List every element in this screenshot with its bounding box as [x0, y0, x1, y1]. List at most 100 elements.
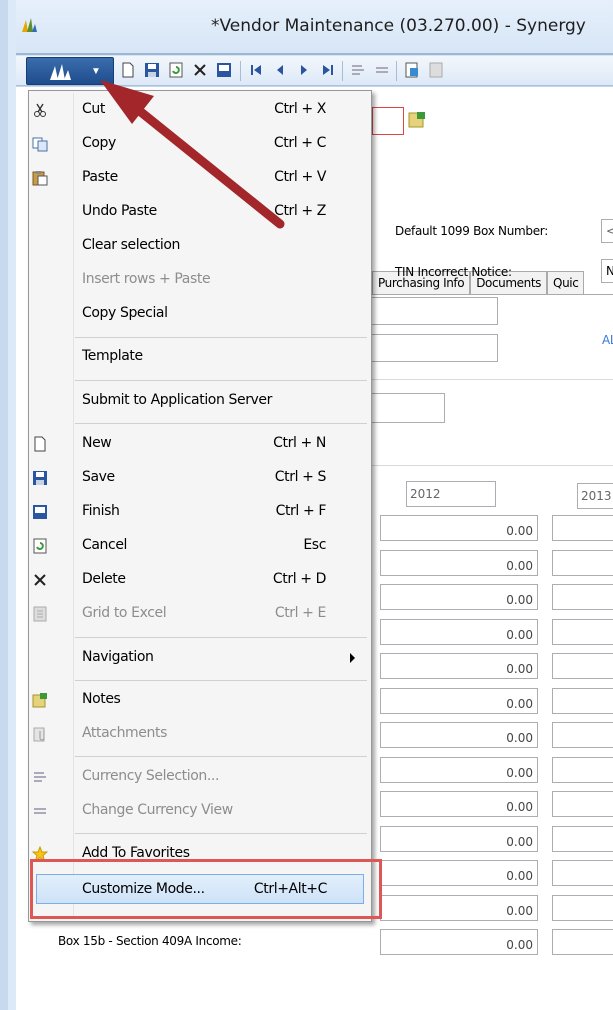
chevron-down-icon: ▼ [91, 66, 101, 77]
toolbar-separator [396, 61, 397, 81]
app-menu-button[interactable]: ▼ [26, 57, 114, 85]
menu-item-cut[interactable]: Cut Ctrl + X [29, 97, 371, 123]
tin-notice-label: TIN Incorrect Notice: [395, 265, 512, 279]
currency-icon [34, 772, 46, 782]
amount-field-2013[interactable] [552, 515, 613, 541]
amount-field[interactable]: 0.00 [380, 929, 538, 955]
menu-item-label: Submit to Application Server [82, 392, 273, 408]
menu-item-label: Finish [82, 503, 120, 519]
amount-field[interactable]: 0.00 [380, 688, 538, 714]
amount-field-2013[interactable] [552, 929, 613, 955]
amount-field[interactable]: 0.00 [380, 515, 538, 541]
amount-field-2013[interactable] [552, 688, 613, 714]
amount-field-2013[interactable] [552, 619, 613, 645]
menu-item-submit-to-application-server[interactable]: Submit to Application Server [29, 388, 371, 414]
menu-item-shortcut: Ctrl + D [272, 571, 327, 587]
delete-icon[interactable] [192, 62, 208, 78]
menu-item-label: New [82, 435, 112, 451]
menu-item-label: Template [82, 348, 143, 364]
amount-field-2013[interactable] [552, 584, 613, 610]
amount-field-2013[interactable] [552, 550, 613, 576]
menu-item-label: Notes [82, 691, 121, 707]
menu-item-shortcut: Ctrl + V [274, 169, 326, 185]
refresh-icon[interactable] [168, 62, 184, 78]
prev-icon[interactable] [272, 62, 288, 78]
last-icon[interactable] [320, 62, 336, 78]
new-icon[interactable] [120, 62, 136, 78]
menu-separator [75, 380, 367, 381]
default-1099-label: Default 1099 Box Number: [395, 224, 548, 238]
excel-icon [33, 606, 47, 622]
menu-item-label: Change Currency View [82, 802, 233, 818]
toolbar-separator [342, 61, 343, 81]
currency-view-icon [376, 67, 388, 73]
menu-item-copy[interactable]: Copy Ctrl + C [29, 131, 371, 157]
menu-item-label: Paste [82, 169, 118, 185]
save-icon[interactable] [144, 62, 160, 78]
notes-icon [32, 693, 47, 708]
amount-field[interactable]: 0.00 [380, 619, 538, 645]
menu-item-paste[interactable]: Paste Ctrl + V [29, 165, 371, 191]
amount-field-2013[interactable] [552, 860, 613, 886]
tab-underline [372, 294, 613, 295]
amount-field[interactable]: 0.00 [380, 550, 538, 576]
amount-field[interactable]: 0.00 [380, 895, 538, 921]
app-menu-icon [50, 64, 71, 80]
amount-field[interactable]: 0.00 [380, 791, 538, 817]
tin-notice-select[interactable]: No [601, 259, 613, 283]
menu-item-insert-rows-paste: Insert rows + Paste [29, 267, 371, 293]
toolbar-separator [240, 61, 241, 81]
menu-item-delete[interactable]: Delete Ctrl + D [29, 567, 371, 593]
menu-item-label: Navigation [82, 649, 154, 665]
finish-icon [33, 505, 47, 519]
menu-item-label: Insert rows + Paste [82, 271, 211, 287]
amount-field-2013[interactable] [552, 826, 613, 852]
menu-item-finish[interactable]: Finish Ctrl + F [29, 499, 371, 525]
amount-field[interactable]: 0.00 [380, 584, 538, 610]
menu-item-label: Undo Paste [82, 203, 157, 219]
menu-item-label: Copy [82, 135, 116, 151]
menu-separator [75, 423, 367, 424]
notes-icon[interactable] [404, 62, 420, 78]
menu-separator [75, 637, 367, 638]
amount-field[interactable]: 0.00 [380, 860, 538, 886]
first-icon[interactable] [248, 62, 264, 78]
vendor-id-field[interactable] [372, 107, 404, 135]
amount-field[interactable]: 0.00 [380, 653, 538, 679]
form-field[interactable] [368, 297, 498, 325]
amount-field[interactable]: 0.00 [380, 757, 538, 783]
menu-item-attachments: Attachments [29, 721, 371, 747]
cancel-refresh-icon [33, 538, 47, 554]
amount-field-2013[interactable] [552, 895, 613, 921]
default-1099-select[interactable]: <N [601, 219, 613, 243]
form-field[interactable] [368, 334, 498, 362]
all-link[interactable]: ALL [602, 333, 613, 347]
menu-item-notes[interactable]: Notes [29, 687, 371, 713]
amount-field[interactable]: 0.00 [380, 826, 538, 852]
menu-item-navigation[interactable]: Navigation [29, 645, 371, 671]
tab-quick[interactable]: Quic [547, 271, 585, 295]
menu-item-save[interactable]: Save Ctrl + S [29, 465, 371, 491]
menu-item-copy-special[interactable]: Copy Special [29, 301, 371, 327]
menu-item-shortcut: Ctrl + F [275, 503, 327, 519]
app-logo-icon [22, 18, 37, 32]
menu-item-label: Grid to Excel [82, 605, 167, 621]
next-icon[interactable] [296, 62, 312, 78]
application-menu: Cut Ctrl + X Copy Ctrl + C Paste Ctrl + … [28, 90, 372, 922]
amount-field[interactable]: 0.00 [380, 722, 538, 748]
amount-field-2013[interactable] [552, 653, 613, 679]
menu-item-template[interactable]: Template [29, 344, 371, 370]
notes-icon[interactable] [408, 111, 426, 129]
amount-field-2013[interactable] [552, 791, 613, 817]
menu-item-undo-paste[interactable]: Undo Paste Ctrl + Z [29, 199, 371, 225]
menu-item-label: Attachments [82, 725, 167, 741]
attachments-icon [33, 727, 45, 742]
menu-separator [75, 680, 367, 681]
menu-item-new[interactable]: New Ctrl + N [29, 431, 371, 457]
amount-field-2013[interactable] [552, 722, 613, 748]
amount-field-2013[interactable] [552, 757, 613, 783]
menu-item-clear-selection[interactable]: Clear selection [29, 233, 371, 259]
finish-icon[interactable] [216, 62, 232, 78]
form-field[interactable] [368, 393, 445, 423]
menu-item-cancel[interactable]: Cancel Esc [29, 533, 371, 559]
